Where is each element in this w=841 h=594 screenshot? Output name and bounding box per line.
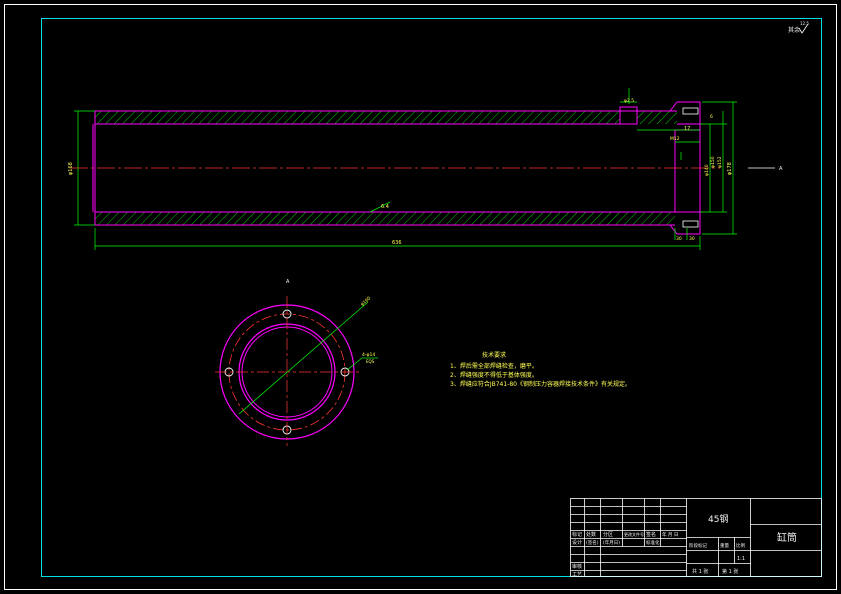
note-1: 1、焊后需全部焊缝检查，磨平。 xyxy=(450,362,538,370)
dim-bolt-circle: φ160 xyxy=(359,295,372,307)
tb-mark: 标记 xyxy=(572,531,582,538)
tb-standard: 标准化 xyxy=(646,539,660,546)
tb-count: 处数 xyxy=(586,531,596,538)
dim-holes: 4-φ14 xyxy=(362,352,375,358)
tb-audit: 审核 xyxy=(572,563,582,570)
dim-right-dia: φ178 xyxy=(727,162,733,175)
cylinder-section-view: A xyxy=(70,101,783,235)
roughness-note: 其余 xyxy=(788,26,800,34)
notes-title: 技术要求 xyxy=(482,351,506,359)
tb-stage: 阶段标记 xyxy=(689,542,707,549)
note-3: 3、焊缝应符合JB741-80《钢制压力容器焊接技术条件》有关规定。 xyxy=(450,380,631,388)
end-view-label: A xyxy=(286,279,290,285)
top-wall-hatch-right xyxy=(637,111,677,124)
tb-part-name: 缸筒 xyxy=(777,531,797,544)
tb-sheet-count: 共 1 张 xyxy=(692,568,708,575)
end-view: A φ160 4-φ14 EQS xyxy=(215,279,378,446)
dim-step-a: 30 xyxy=(676,236,682,242)
tb-design: 设计 xyxy=(572,539,582,546)
dim-bore-a: φ140 xyxy=(704,164,710,176)
dim-bore-b: φ150 xyxy=(710,156,716,168)
dim-outer-dia: φ168 xyxy=(68,162,74,175)
right-flange xyxy=(619,106,638,125)
tb-design-date: (年月日) xyxy=(603,539,620,546)
dim-roughness-mid: 6.4 xyxy=(381,204,389,210)
tb-material: 45钢 xyxy=(708,513,728,525)
roughness-value: 12.5 xyxy=(800,21,809,26)
dim-small-box: φ2.5 xyxy=(624,98,634,104)
tb-process: 工艺 xyxy=(572,572,582,578)
section-arrow-label: A xyxy=(779,166,783,172)
dim-step-b: 30 xyxy=(689,236,695,242)
tb-sheet-no: 第 1 张 xyxy=(722,568,738,575)
tb-scale-label: 比例 xyxy=(736,542,745,549)
dim-left-step: 17 xyxy=(684,126,690,132)
top-wall-hatch xyxy=(95,111,620,124)
dim-mid-hole: M12 xyxy=(670,136,680,142)
tb-file: 更改文件号 xyxy=(624,531,644,537)
tb-design-sign: (签名) xyxy=(586,539,599,546)
tb-date: 年 月 日 xyxy=(662,531,678,538)
dim-right-top: 6 xyxy=(710,114,713,120)
dim-overall-length: 636 xyxy=(392,240,402,246)
bottom-wall-hatch xyxy=(95,212,675,225)
tb-weight: 重量 xyxy=(720,542,729,549)
drawing-sheet: 其余 12.5 A 636 φ168 φ178 φ140 φ150 φ152 6… xyxy=(4,4,837,590)
technical-notes: 技术要求 1、焊后需全部焊缝检查，磨平。 2、焊缝强度不得低于基体强度。 3、焊… xyxy=(450,351,631,388)
dim-bore-c: φ152 xyxy=(717,156,723,168)
note-2: 2、焊缝强度不得低于基体强度。 xyxy=(450,371,538,379)
tb-sign: 签名 xyxy=(646,531,656,538)
tb-scale-value: 1:1 xyxy=(737,556,745,562)
outer-frame xyxy=(4,4,837,590)
dim-holes-b: EQS xyxy=(366,359,375,364)
tb-zone: 分区 xyxy=(603,531,613,538)
